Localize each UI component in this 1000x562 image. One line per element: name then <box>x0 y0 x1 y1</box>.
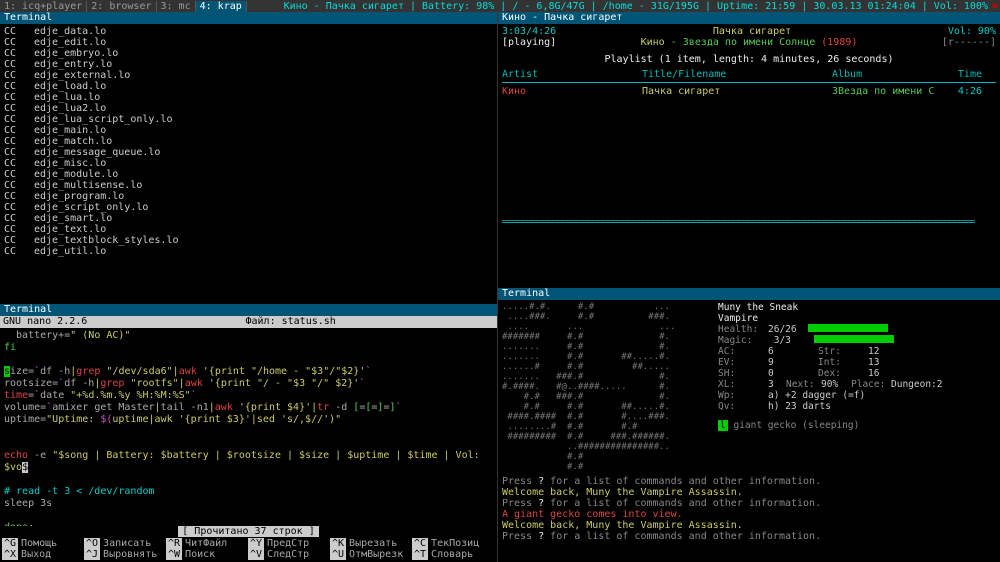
nano-shortcut-bar: ^GПомощь^OЗаписать^RЧитФайл^YПредСтр^KВы… <box>2 538 495 560</box>
game-map[interactable]: .....#.#. #.# ... ....###. #.# ###. ....… <box>502 302 712 472</box>
player-divider: ════════════════════════════════════════… <box>502 217 996 228</box>
game-title-bar: Terminal <box>498 288 1000 300</box>
player-title-bar: Кино - Пачка сигарет <box>498 12 1000 24</box>
music-player[interactable]: 3:03/4:26 Пачка сигарет Vol: 90% [playin… <box>498 24 1000 288</box>
player-track: Пачка сигарет <box>713 26 791 37</box>
mp-bar <box>814 335 894 343</box>
player-flags: [r------] <box>942 37 996 48</box>
player-time: 3:03/4:26 <box>502 26 556 37</box>
nano-key[interactable]: ^YПредСтр <box>248 538 330 549</box>
nano-header: GNU nano 2.2.6 Файл: status.sh <box>0 316 497 328</box>
nano-key[interactable]: ^JВыровнять <box>84 549 166 560</box>
nano-filename: Файл: status.sh <box>245 316 335 328</box>
workspace-tab-4[interactable]: 4: krap <box>196 1 247 12</box>
nano-status: [ Прочитано 37 строк ] <box>2 526 495 537</box>
monster-glyph: l <box>718 420 728 431</box>
nano-footer: [ Прочитано 37 строк ] ^GПомощь^OЗаписат… <box>0 526 497 562</box>
nano-key[interactable]: ^OЗаписать <box>84 538 166 549</box>
terminal-title-bar-2: Terminal <box>0 304 497 316</box>
nano-key[interactable]: ^XВыход <box>2 549 84 560</box>
compile-output[interactable]: CCedje_data.loCCedje_edit.loCCedje_embry… <box>0 24 497 304</box>
status-text: Кино - Пачка сигарет | Battery: 98% | / … <box>284 1 990 12</box>
nano-version: GNU nano 2.2.6 <box>3 316 87 328</box>
window-manager-bar: 1: icq+player 2: browser 3: mc 4: krap К… <box>0 0 1000 12</box>
nano-key[interactable]: ^KВырезать <box>330 538 412 549</box>
game-stats: Muny the Sneak Vampire Health:26/26 Magi… <box>712 302 996 472</box>
player-album-line: Кино - Звезда по имени Солнце (1989) <box>641 37 858 48</box>
roguelike-game[interactable]: .....#.#. #.# ... ....###. #.# ###. ....… <box>498 300 1000 562</box>
nano-key[interactable]: ^GПомощь <box>2 538 84 549</box>
workspace-tab-1[interactable]: 1: icq+player <box>0 1 87 12</box>
nano-key[interactable]: ^TСловарь <box>412 549 494 560</box>
nano-key[interactable]: ^UОтмВырезк <box>330 549 412 560</box>
nano-editor[interactable]: battery+=" (No AC)"fi size=`df -h|grep "… <box>0 328 497 526</box>
terminal-title-bar: Terminal <box>0 12 497 24</box>
workspace-tabs: 1: icq+player 2: browser 3: mc 4: krap <box>0 1 247 12</box>
player-volume: Vol: 90% <box>948 26 996 37</box>
monster-list: l giant gecko (sleeping) <box>718 420 996 431</box>
playlist-row[interactable]: Кино Пачка сигарет ЗВезда по имени С 4:2… <box>502 86 996 97</box>
character-class: Vampire <box>718 313 996 324</box>
workspace-tab-2[interactable]: 2: browser <box>87 1 156 12</box>
nano-key[interactable]: ^RЧитФайл <box>166 538 248 549</box>
playlist-columns: Artist Title/Filename Album Time <box>502 69 996 83</box>
hp-bar <box>808 324 888 332</box>
playlist-header: Playlist (1 item, length: 4 minutes, 26 … <box>502 54 996 65</box>
game-messages: Press ? for a list of commands and other… <box>502 476 996 542</box>
close-icon[interactable]: ✖ <box>990 1 1000 12</box>
nano-key[interactable]: ^CТекПозиц <box>412 538 494 549</box>
nano-key[interactable]: ^VСледСтр <box>248 549 330 560</box>
workspace-tab-3[interactable]: 3: mc <box>157 1 196 12</box>
nano-key[interactable]: ^WПоиск <box>166 549 248 560</box>
player-state: [playing] <box>502 37 556 48</box>
character-name: Muny the Sneak <box>718 302 996 313</box>
